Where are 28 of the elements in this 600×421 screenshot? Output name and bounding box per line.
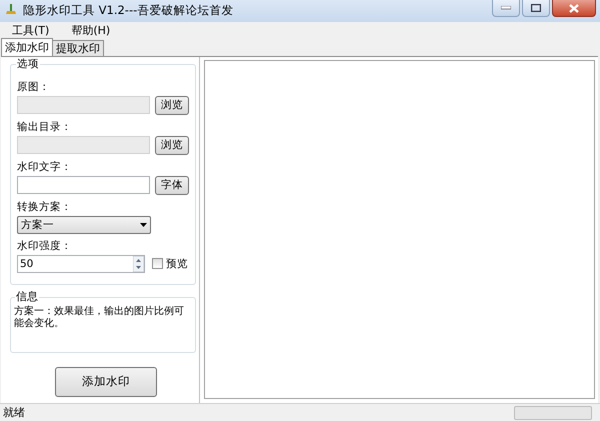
menu-item[interactable]: 帮助(H) (63, 22, 118, 38)
dropdown-arrow-icon (140, 222, 147, 227)
field-label: 水印文字： (17, 160, 73, 174)
preview-checkbox[interactable]: 预览 (152, 256, 188, 271)
maximize-button[interactable] (522, 0, 550, 17)
tab[interactable]: 提取水印 (52, 40, 104, 56)
field-label: 输出目录： (17, 120, 73, 134)
font-button[interactable]: 字体 (155, 176, 189, 195)
field-label: 水印强度： (17, 240, 73, 253)
spin-field[interactable]: 50 (17, 254, 145, 273)
maximize-icon (531, 4, 541, 12)
close-icon (569, 4, 579, 12)
field-label: 转换方案： (17, 200, 73, 214)
field-label: 原图： (17, 80, 51, 94)
group-label: 信息 (15, 290, 39, 303)
info-text: 方案一：效果最佳，输出的图片比例可能会变化。 (14, 306, 185, 330)
window-title: 隐形水印工具 V1.2---吾爱破解论坛首发 (23, 3, 234, 18)
app-icon (4, 2, 18, 16)
group-label: 选项 (16, 56, 40, 71)
tab[interactable]: 添加水印 (1, 38, 53, 56)
minimize-icon (501, 6, 511, 10)
spin-arrows-icon[interactable] (133, 256, 144, 272)
menu-item[interactable]: 工具(T) (4, 22, 58, 38)
dropdown[interactable]: 方案一 (17, 216, 151, 234)
input-field[interactable] (17, 176, 150, 194)
close-button[interactable] (552, 0, 596, 17)
add-watermark-button[interactable]: 添加水印 (55, 366, 157, 397)
status-text: 就绪 (3, 405, 25, 420)
